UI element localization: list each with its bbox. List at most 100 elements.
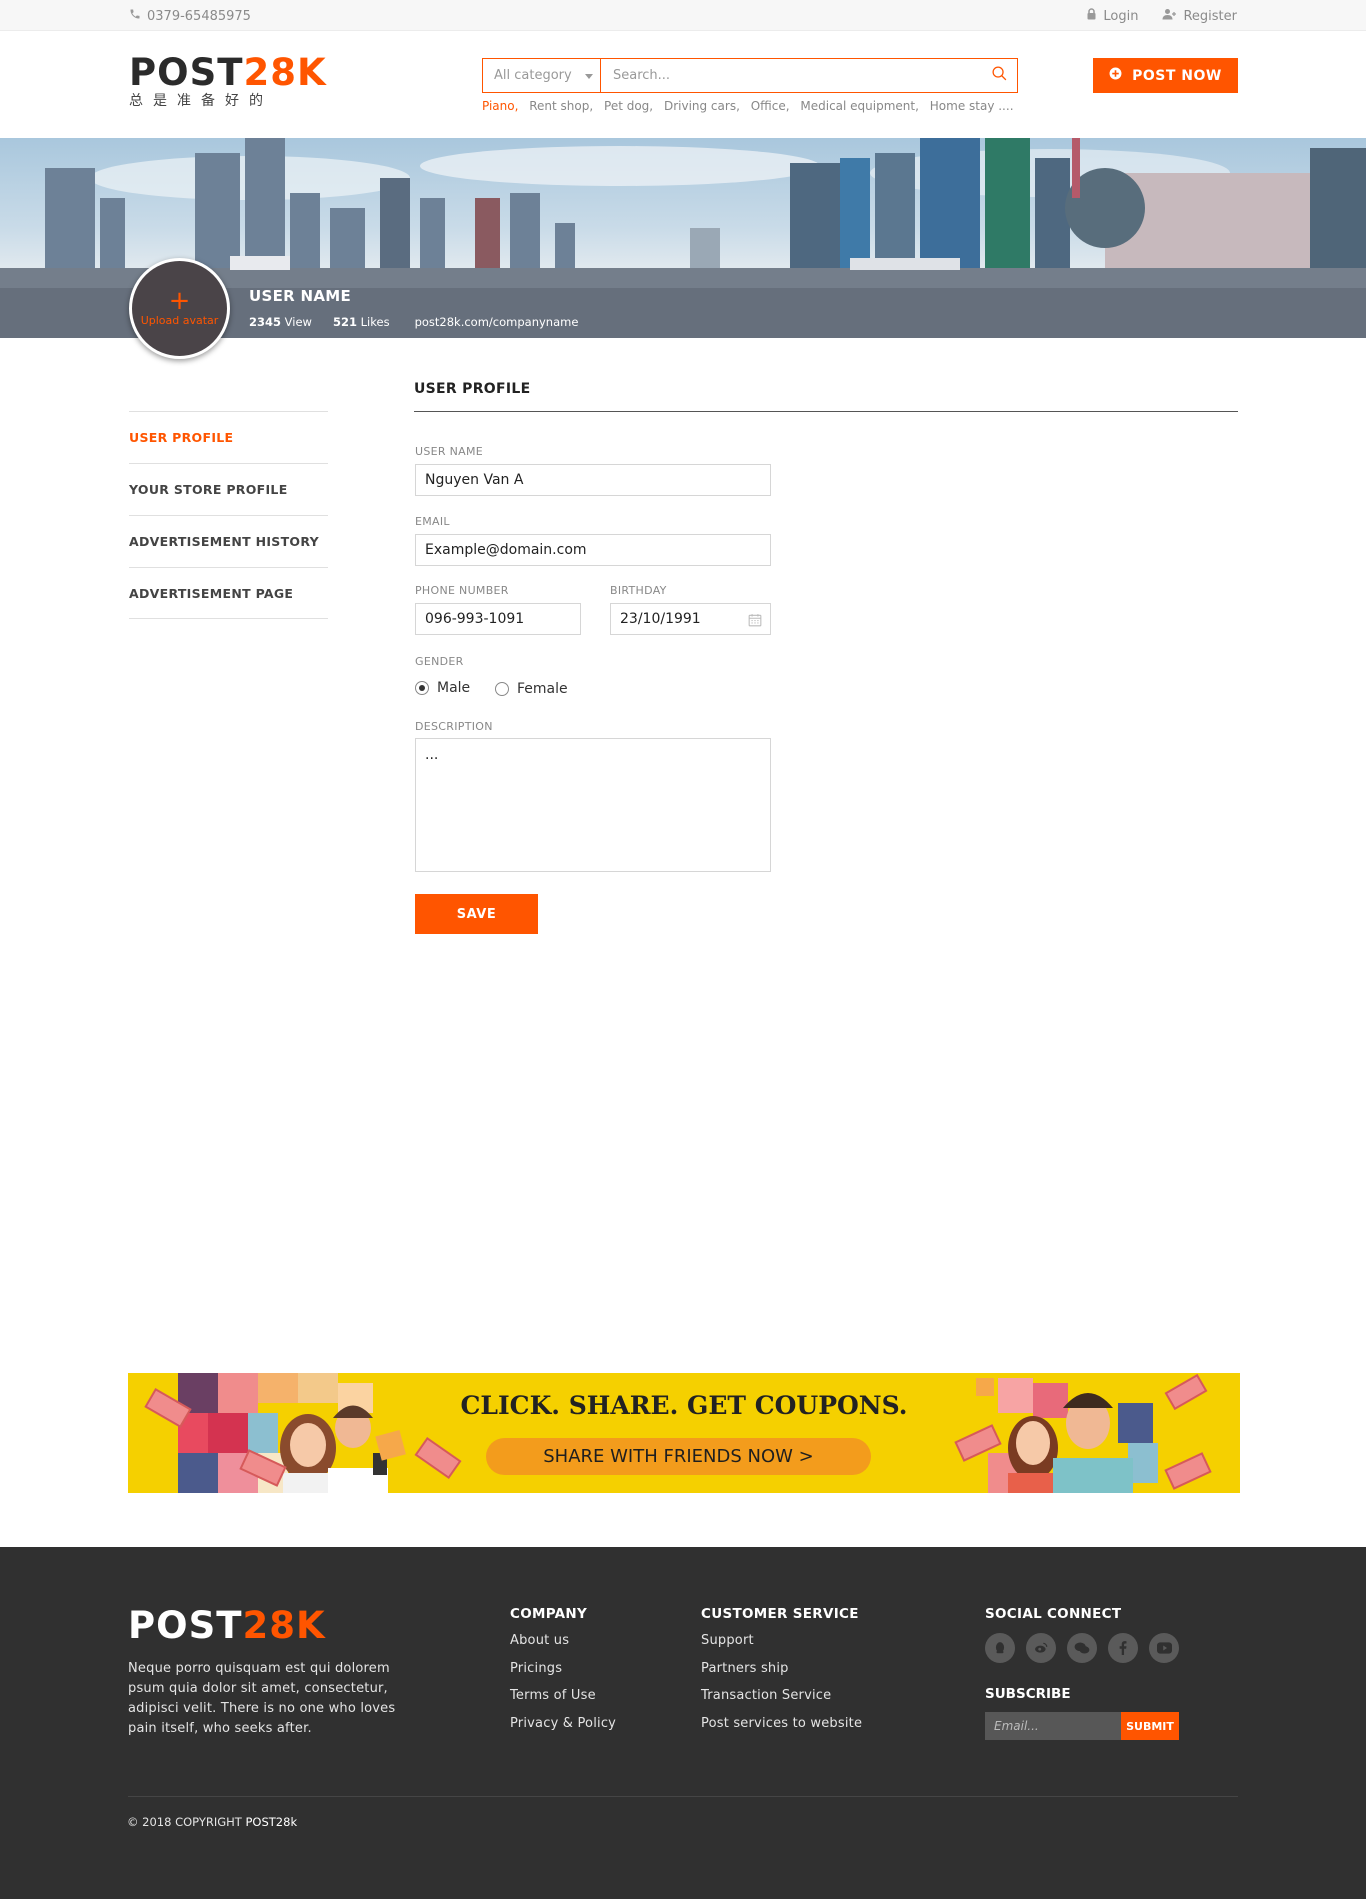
search-suggestions: Piano, Rent shop, Pet dog, Driving cars,…	[482, 99, 1021, 113]
suggestion-link[interactable]: Medical equipment,	[800, 99, 919, 113]
search-input[interactable]	[601, 59, 981, 92]
views-label: View	[284, 315, 312, 329]
subscribe-email-input[interactable]	[985, 1712, 1121, 1740]
wechat-icon[interactable]	[1067, 1633, 1097, 1663]
upload-avatar-button[interactable]: + Upload avatar	[129, 258, 230, 359]
copyright: © 2018 COPYRIGHT POST28k	[127, 1815, 297, 1829]
post-now-button[interactable]: POST NOW	[1093, 58, 1238, 93]
facebook-icon[interactable]	[1108, 1633, 1138, 1663]
profile-stats: 2345 View 521 Likes post28k.com/companyn…	[249, 315, 578, 329]
footer-link-support[interactable]: Support	[701, 1633, 862, 1661]
footer-company-column: COMPANY About us Pricings Terms of Use P…	[510, 1606, 616, 1743]
radio-checked-icon	[415, 681, 429, 695]
radio-unchecked-icon	[495, 682, 509, 696]
logo-accent-text: 28K	[243, 51, 327, 94]
phone-contact: 0379-65485975	[129, 8, 251, 24]
phone-icon	[129, 8, 141, 24]
gender-female-radio[interactable]: Female	[495, 681, 568, 697]
sidebar-item-ad-history[interactable]: ADVERTISEMENT HISTORY	[129, 515, 328, 567]
footer-company-title: COMPANY	[510, 1606, 588, 1622]
footer-logo-accent: 28K	[242, 1604, 326, 1647]
gender-female-label: Female	[517, 681, 568, 697]
footer-logo[interactable]: POST28K	[128, 1604, 326, 1647]
register-link[interactable]: Register	[1162, 8, 1237, 24]
footer-link-privacy[interactable]: Privacy & Policy	[510, 1716, 616, 1744]
footer-link-pricings[interactable]: Pricings	[510, 1661, 616, 1689]
search-button[interactable]	[981, 59, 1017, 92]
username-field[interactable]	[415, 464, 771, 496]
promo-headline: CLICK. SHARE. GET COUPONS.	[460, 1391, 908, 1420]
weibo-icon[interactable]	[1026, 1633, 1056, 1663]
register-label: Register	[1183, 8, 1237, 24]
suggestion-link[interactable]: Piano,	[482, 99, 518, 113]
search-bar: All category	[482, 58, 1018, 93]
auth-links: Login Register	[1086, 8, 1237, 24]
top-bar: 0379-65485975 Login Register	[0, 0, 1366, 31]
footer-link-terms[interactable]: Terms of Use	[510, 1688, 616, 1716]
calendar-icon[interactable]	[748, 612, 762, 631]
footer-link-partners[interactable]: Partners ship	[701, 1661, 862, 1689]
subscribe-submit-button[interactable]: SUBMIT	[1121, 1712, 1179, 1740]
save-button[interactable]: SAVE	[415, 894, 538, 934]
login-link[interactable]: Login	[1086, 8, 1138, 24]
upload-avatar-label: Upload avatar	[140, 314, 219, 327]
phone-label: PHONE NUMBER	[415, 584, 509, 597]
site-header: POST28K 总是准备好的 All category Piano, Rent …	[0, 31, 1366, 138]
likes-stat: 521 Likes	[333, 315, 390, 329]
sidebar-item-user-profile[interactable]: USER PROFILE	[129, 411, 328, 463]
category-select[interactable]: All category	[483, 59, 601, 92]
views-count: 2345	[249, 315, 282, 329]
profile-user-name: USER NAME	[249, 287, 352, 305]
youtube-icon[interactable]	[1149, 1633, 1179, 1663]
copyright-brand: POST28k	[245, 1815, 298, 1829]
site-logo[interactable]: POST28K 总是准备好的	[129, 53, 327, 110]
likes-label: Likes	[360, 315, 390, 329]
form-title: USER PROFILE	[414, 381, 531, 397]
suggestion-link[interactable]: Rent shop,	[529, 99, 593, 113]
suggestion-link[interactable]: Driving cars,	[664, 99, 740, 113]
sidebar-item-ad-page[interactable]: ADVERTISEMENT PAGE	[129, 567, 328, 619]
profile-url[interactable]: post28k.com/companyname	[415, 315, 579, 329]
qq-icon[interactable]	[985, 1633, 1015, 1663]
site-footer: POST28K Neque porro quisquam est qui dol…	[0, 1547, 1366, 1899]
subscribe-title: SUBSCRIBE	[985, 1686, 1071, 1702]
views-stat: 2345 View	[249, 315, 312, 329]
description-field[interactable]: ...	[415, 738, 771, 872]
social-icons	[985, 1633, 1179, 1663]
footer-link-transaction[interactable]: Transaction Service	[701, 1688, 862, 1716]
phone-number: 0379-65485975	[147, 8, 251, 24]
profile-sidebar: USER PROFILE YOUR STORE PROFILE ADVERTIS…	[129, 411, 328, 619]
title-divider	[414, 411, 1238, 412]
sidebar-item-store-profile[interactable]: YOUR STORE PROFILE	[129, 463, 328, 515]
gender-label: GENDER	[415, 655, 464, 668]
suggestion-link[interactable]: Pet dog,	[604, 99, 653, 113]
footer-customer-service-title: CUSTOMER SERVICE	[701, 1606, 859, 1622]
subscribe-form: SUBMIT	[985, 1712, 1179, 1740]
email-field[interactable]	[415, 534, 771, 566]
footer-link-post-services[interactable]: Post services to website	[701, 1716, 862, 1744]
likes-count: 521	[332, 315, 357, 329]
gender-male-label: Male	[437, 680, 471, 696]
search-icon	[991, 65, 1008, 86]
birthday-field[interactable]	[610, 603, 771, 635]
footer-logo-text: POST	[128, 1604, 243, 1647]
share-with-friends-button[interactable]: SHARE WITH FRIENDS NOW >	[486, 1438, 871, 1475]
suggestion-link[interactable]: Office,	[751, 99, 790, 113]
footer-social-column: SOCIAL CONNECT SUBSCRIBE SUBMIT	[985, 1606, 1179, 1740]
copyright-prefix: © 2018 COPYRIGHT	[127, 1815, 242, 1829]
login-label: Login	[1103, 8, 1139, 24]
footer-link-about[interactable]: About us	[510, 1633, 616, 1661]
caret-down-icon	[585, 74, 593, 79]
footer-description: Neque porro quisquam est qui dolorem psu…	[128, 1661, 396, 1736]
plus-circle-icon	[1109, 67, 1122, 84]
footer-divider	[128, 1796, 1238, 1797]
category-value: All category	[494, 68, 572, 83]
gender-male-radio[interactable]: Male	[415, 680, 470, 696]
email-label: EMAIL	[415, 515, 450, 528]
suggestion-link[interactable]: Home stay ....	[930, 99, 1014, 113]
phone-field[interactable]	[415, 603, 581, 635]
logo-text: POST	[129, 51, 244, 94]
post-now-label: POST NOW	[1132, 67, 1222, 84]
coupon-promo-banner[interactable]: CLICK. SHARE. GET COUPONS. SHARE WITH FR…	[128, 1373, 1240, 1493]
description-label: DESCRIPTION	[415, 720, 493, 733]
